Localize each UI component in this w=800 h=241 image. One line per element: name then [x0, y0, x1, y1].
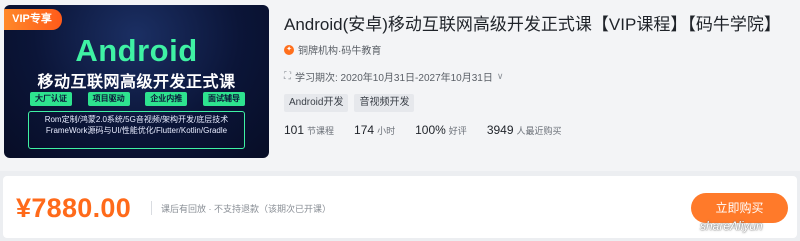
divider [151, 201, 152, 215]
study-period-selector[interactable]: ⛶ 学习期次: 2020年10月31日-2027年10月31日 ∨ [284, 69, 503, 84]
cover-tag: 项目驱动 [87, 92, 130, 106]
course-stats: 101 节课程 174 小时 100% 好评 3949 人最近购买 [284, 123, 582, 137]
cover-headline: Android [75, 33, 198, 68]
cover-tag: 面试辅导 [202, 92, 245, 106]
course-title: Android(安卓)移动互联网高级开发正式课【VIP课程】【码牛学院】 [284, 15, 781, 34]
cover-tag: 企业内推 [145, 92, 188, 106]
stat-value: 3949 [486, 123, 514, 137]
study-period-text: 学习期次: 2020年10月31日-2027年10月31日 [295, 73, 493, 84]
course-tag[interactable]: Android开发 [284, 94, 349, 112]
stat-rating: 100% 好评 [415, 123, 467, 137]
stat-unit: 人最近购买 [516, 126, 562, 136]
course-header: VIP专享 Android 移动互联网高级开发正式课 大厂认证 项目驱动 企业内… [0, 0, 800, 171]
course-tags: Android开发 音视频开发 [284, 94, 415, 112]
stat-value: 101 [284, 123, 305, 137]
cover-tag-row: 大厂认证 项目驱动 企业内推 面试辅导 [30, 92, 245, 106]
course-tag[interactable]: 音视频开发 [354, 94, 415, 112]
stat-unit: 小时 [377, 126, 396, 136]
cover-subheadline: 移动互联网高级开发正式课 [37, 74, 236, 91]
cover-tech-line: FrameWork源码与UI/性能优化/Flutter/Kotlin/Gradl… [45, 125, 228, 135]
price: ¥7880.00 [16, 193, 132, 223]
stat-lessons: 101 节课程 [284, 123, 334, 137]
cover-tech-list: Rom定制/鸿蒙2.0系统/5G音视频/架构开发/底层技术 FrameWork源… [28, 111, 245, 149]
org-link[interactable]: ✦ 铜牌机构·码牛教育 [284, 42, 381, 57]
cover-tag: 大厂认证 [30, 92, 72, 106]
course-cover-image[interactable]: VIP专享 Android 移动互联网高级开发正式课 大厂认证 项目驱动 企业内… [4, 5, 269, 158]
medal-icon: ✦ [284, 44, 294, 55]
stat-buyers: 3949 人最近购买 [487, 123, 562, 137]
stat-value: 100% [415, 123, 446, 137]
watermark: shareAliyun [700, 219, 763, 233]
org-name: 铜牌机构·码牛教育 [298, 46, 382, 57]
purchase-bar: ¥7880.00 课后有回放 · 不支持退款（该期次已开课） 立即购买 [3, 176, 797, 238]
stat-hours: 174 小时 [354, 123, 395, 137]
chevron-down-icon: ∨ [496, 71, 504, 81]
purchase-note: 课后有回放 · 不支持退款（该期次已开课） [161, 204, 331, 214]
stat-unit: 好评 [448, 126, 467, 136]
stat-unit: 节课程 [307, 126, 335, 136]
vip-badge: VIP专享 [4, 9, 62, 30]
stat-value: 174 [354, 123, 375, 137]
calendar-icon: ⛶ [284, 71, 291, 82]
cover-tech-line: Rom定制/鸿蒙2.0系统/5G音视频/架构开发/底层技术 [44, 115, 229, 124]
